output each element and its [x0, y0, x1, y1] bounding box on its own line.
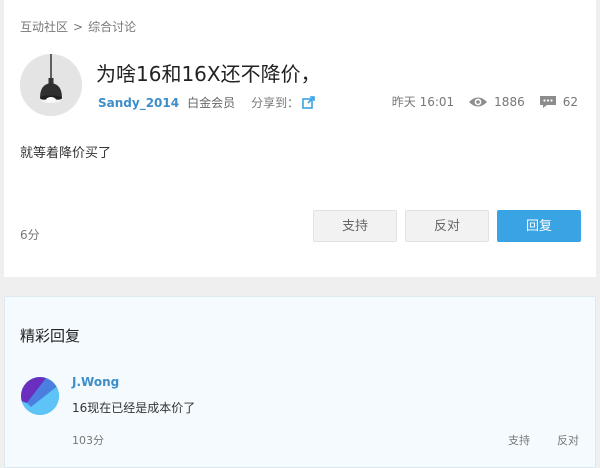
author-rank: 白金会员: [187, 96, 236, 110]
reply-button[interactable]: 回复: [497, 210, 581, 242]
post-score: 6分: [20, 228, 40, 242]
eye-icon: [469, 97, 488, 106]
reply-oppose-link[interactable]: 反对: [557, 432, 579, 448]
post-time: 昨天 16:01: [391, 95, 455, 109]
share-label: 分享到：: [251, 96, 300, 110]
breadcrumb-separator: >: [73, 20, 84, 34]
highlight-replies-section: 精彩回复 J.Wong 16现在已经是成本价了 103分 支持 反对: [4, 296, 596, 468]
post-card: 互动社区 > 综合讨论 为啥16和16X还不降价， Sandy_2014 白金会员 …: [4, 0, 596, 277]
author-avatar[interactable]: [20, 54, 82, 116]
comments-count: 62: [539, 95, 578, 109]
breadcrumb: 互动社区 > 综合讨论: [20, 18, 136, 35]
views-value: 1886: [494, 94, 525, 109]
author-name[interactable]: Sandy_2014: [98, 96, 179, 110]
reply-score: 103分: [72, 434, 104, 447]
highlight-replies-heading: 精彩回复: [20, 327, 81, 345]
views-count: 1886: [468, 95, 525, 109]
comments-value: 62: [562, 94, 578, 109]
oppose-button[interactable]: 反对: [405, 210, 489, 242]
breadcrumb-item-community[interactable]: 互动社区: [20, 20, 68, 34]
comment-icon: [539, 95, 556, 108]
reply-text: 16现在已经是成本价了: [72, 401, 196, 415]
post-meta: Sandy_2014 白金会员 分享到：: [98, 94, 315, 111]
post-content: 就等着降价买了: [20, 146, 112, 161]
post-stats: 昨天 16:01 1886 62: [378, 93, 578, 110]
lamp-avatar-image: [20, 54, 82, 116]
post-title: 为啥16和16X还不降价，: [96, 62, 321, 86]
breadcrumb-item-discussion[interactable]: 综合讨论: [88, 20, 136, 34]
reply-author-name[interactable]: J.Wong: [72, 375, 119, 389]
reply-author-avatar[interactable]: [21, 377, 59, 415]
avatar-image: [21, 377, 59, 415]
support-button[interactable]: 支持: [313, 210, 397, 242]
reply-support-link[interactable]: 支持: [508, 432, 530, 448]
share-button[interactable]: 分享到：: [251, 94, 315, 111]
share-external-icon[interactable]: [302, 96, 315, 109]
